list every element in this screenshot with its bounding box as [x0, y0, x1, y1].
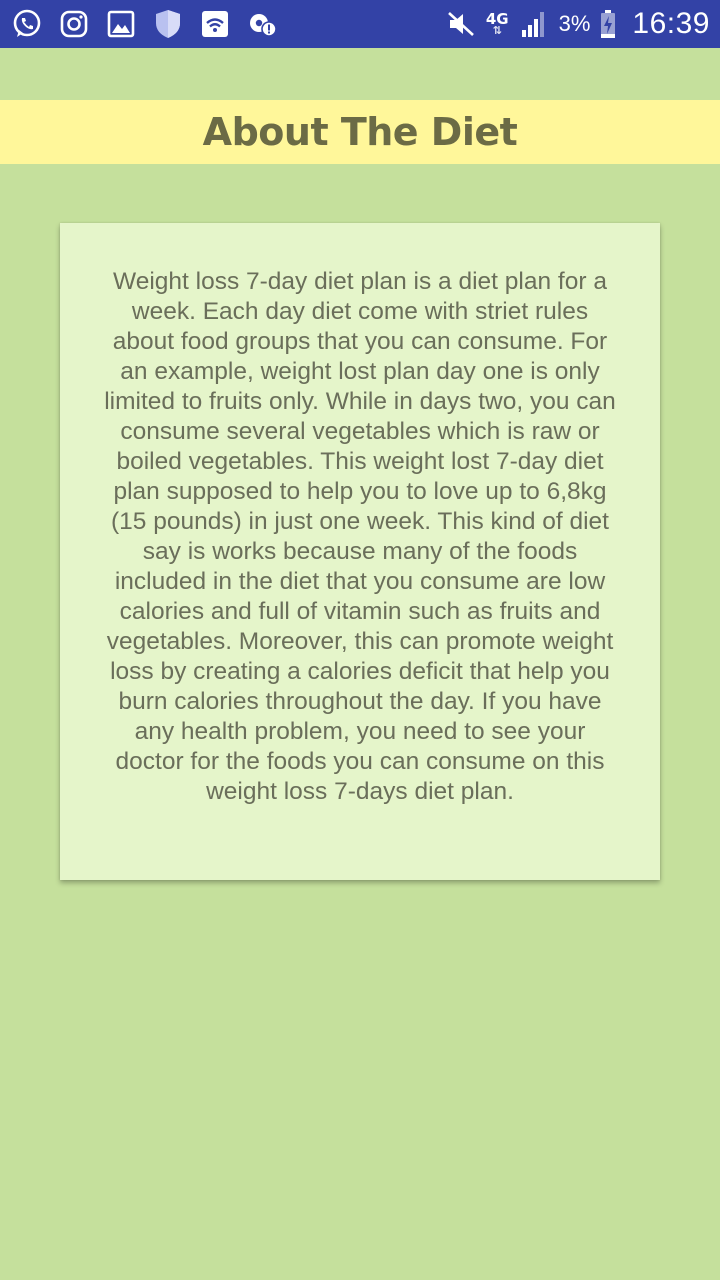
battery-percent: 3%: [558, 11, 591, 36]
data-arrows-icon: ⇅: [492, 24, 502, 37]
mute-icon: [444, 7, 478, 41]
settings-alert-icon: [245, 7, 279, 41]
about-text: Weight loss 7-day diet plan is a diet pl…: [104, 268, 616, 805]
status-bar: 4G ⇅ 3% 16:39: [0, 0, 720, 48]
page-title: About The Diet: [202, 110, 518, 154]
wifi-icon: [198, 7, 232, 41]
battery-charging-icon: [598, 7, 618, 41]
whatsapp-icon: [10, 7, 44, 41]
network-type: 4G ⇅: [486, 12, 509, 37]
clock: 16:39: [632, 7, 710, 40]
instagram-icon: [57, 7, 91, 41]
title-bar: About The Diet: [0, 100, 720, 164]
gallery-icon: [104, 7, 138, 41]
shield-icon: [151, 7, 185, 41]
about-card: Weight loss 7-day diet plan is a diet pl…: [60, 223, 660, 880]
signal-icon: [517, 7, 551, 41]
system-icons: 4G ⇅ 3% 16:39: [444, 7, 710, 41]
notification-icons: [10, 7, 279, 41]
